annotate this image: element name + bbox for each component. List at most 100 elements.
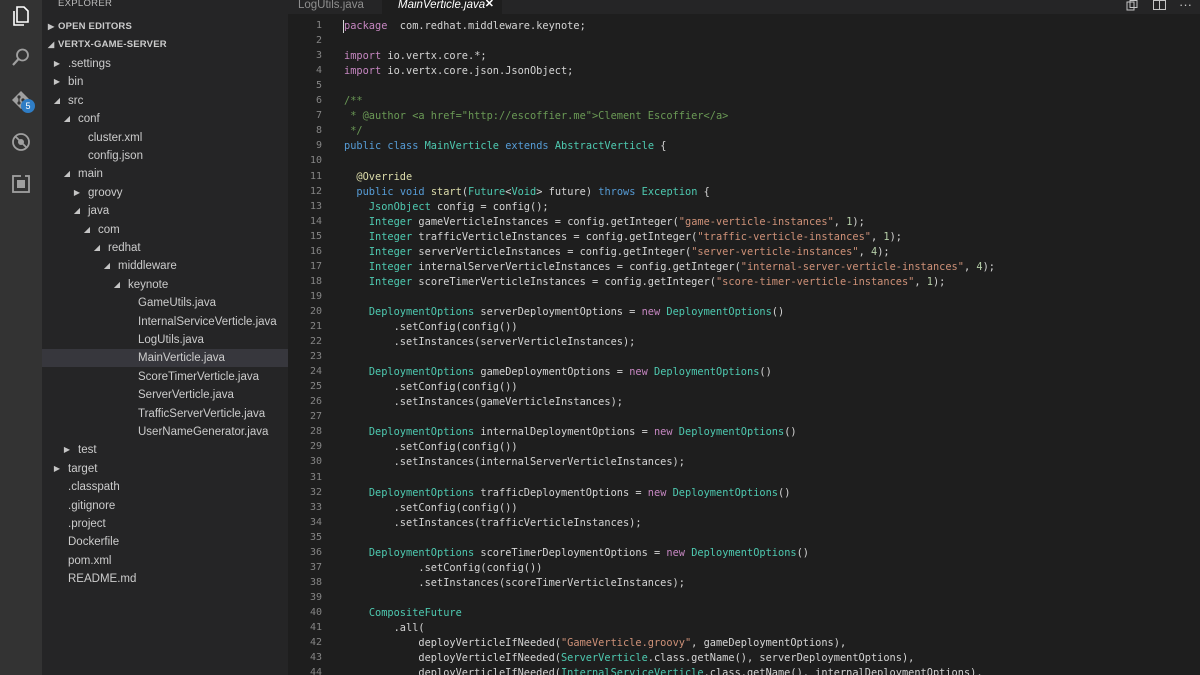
- code-line[interactable]: deployVerticleIfNeeded(ServerVerticle.cl…: [344, 652, 914, 664]
- code-line[interactable]: .setConfig(config()): [344, 502, 518, 514]
- code-line[interactable]: .setConfig(config()): [344, 321, 518, 333]
- chevron-right-icon[interactable]: ▶: [52, 460, 62, 478]
- project-section[interactable]: ◢ VERTX-GAME-SERVER: [42, 36, 288, 54]
- code-line[interactable]: /**: [344, 95, 363, 107]
- more-actions-icon[interactable]: ···: [1179, 0, 1192, 12]
- code-line[interactable]: DeploymentOptions internalDeploymentOpti…: [344, 426, 797, 438]
- code-line[interactable]: .setInstances(serverVerticleInstances);: [344, 336, 636, 348]
- code-line[interactable]: import io.vertx.core.json.JsonObject;: [344, 65, 573, 77]
- tree-folder-item[interactable]: ◢ middleware: [42, 257, 288, 275]
- code-line[interactable]: * @author <a href="http://escoffier.me">…: [344, 110, 728, 122]
- tree-item-label: GameUtils.java: [138, 297, 216, 310]
- project-label: VERTX-GAME-SERVER: [58, 39, 167, 50]
- open-changes-icon[interactable]: [1126, 0, 1138, 12]
- code-editor[interactable]: 1 package com.redhat.middleware.keynote; 2…: [288, 14, 1200, 675]
- tree-file-item[interactable]: UserNameGenerator.java: [42, 423, 288, 441]
- chevron-down-icon[interactable]: ◢: [82, 221, 92, 239]
- code-line[interactable]: Integer scoreTimerVerticleInstances = co…: [344, 276, 946, 288]
- code-line[interactable]: Integer gameVerticleInstances = config.g…: [344, 216, 865, 228]
- tree-file-item[interactable]: MainVerticle.java: [42, 349, 288, 368]
- code-line[interactable]: .setConfig(config()): [344, 381, 518, 393]
- code-line[interactable]: .setConfig(config()): [344, 441, 518, 453]
- tree-file-item[interactable]: README.md: [42, 570, 288, 588]
- code-line[interactable]: .setInstances(gameVerticleInstances);: [344, 396, 623, 408]
- source-control-activity-button[interactable]: 5: [0, 81, 42, 121]
- tree-file-item[interactable]: GameUtils.java: [42, 294, 288, 312]
- chevron-down-icon[interactable]: ◢: [52, 92, 62, 110]
- extensions-activity-button[interactable]: [0, 164, 42, 204]
- debug-activity-button[interactable]: [0, 122, 42, 162]
- tab-logutils[interactable]: LogUtils.java: [288, 0, 382, 14]
- tree-file-item[interactable]: cluster.xml: [42, 129, 288, 147]
- code-line[interactable]: deployVerticleIfNeeded(InternalServiceVe…: [344, 667, 982, 675]
- code-line[interactable]: import io.vertx.core.*;: [344, 50, 487, 62]
- code-line[interactable]: CompositeFuture: [344, 607, 462, 619]
- search-activity-button[interactable]: [0, 37, 42, 77]
- code-line[interactable]: DeploymentOptions trafficDeploymentOptio…: [344, 487, 791, 499]
- code-line[interactable]: Integer trafficVerticleInstances = confi…: [344, 231, 902, 243]
- code-line[interactable]: DeploymentOptions gameDeploymentOptions …: [344, 366, 772, 378]
- tree-folder-item[interactable]: ▶ .settings: [42, 55, 288, 73]
- tree-item-label: java: [88, 205, 110, 218]
- code-line[interactable]: JsonObject config = config();: [344, 201, 549, 213]
- code-line[interactable]: Integer serverVerticleInstances = config…: [344, 246, 890, 258]
- code-line[interactable]: .all(: [344, 622, 425, 634]
- code-line[interactable]: .setInstances(trafficVerticleInstances);: [344, 517, 642, 529]
- chevron-down-icon[interactable]: ◢: [92, 239, 102, 257]
- tree-folder-item[interactable]: ◢ main: [42, 165, 288, 183]
- code-line[interactable]: .setInstances(scoreTimerVerticleInstance…: [344, 577, 685, 589]
- code-line[interactable]: .setInstances(internalServerVerticleInst…: [344, 456, 685, 468]
- tree-folder-item[interactable]: ▶ target: [42, 460, 288, 478]
- code-line[interactable]: Integer internalServerVerticleInstances …: [344, 261, 995, 273]
- chevron-down-icon[interactable]: ◢: [62, 165, 72, 183]
- tree-file-item[interactable]: config.json: [42, 147, 288, 165]
- tree-folder-item[interactable]: ▶ groovy: [42, 184, 288, 202]
- code-token: DeploymentOptions: [368, 426, 475, 439]
- close-icon[interactable]: ✕: [485, 0, 494, 10]
- chevron-down-icon[interactable]: ◢: [112, 276, 122, 294]
- tree-folder-item[interactable]: ◢ src: [42, 92, 288, 110]
- tree-file-item[interactable]: .classpath: [42, 478, 288, 496]
- split-editor-icon[interactable]: [1153, 0, 1166, 12]
- tree-file-item[interactable]: .project: [42, 515, 288, 533]
- tree-folder-item[interactable]: ▶ bin: [42, 73, 288, 91]
- tree-file-item[interactable]: TrafficServerVerticle.java: [42, 405, 288, 423]
- tab-mainverticle[interactable]: MainVerticle.java ✕: [382, 0, 502, 14]
- chevron-down-icon[interactable]: ◢: [102, 257, 112, 275]
- code-line[interactable]: .setConfig(config()): [344, 562, 542, 574]
- tree-item-label: config.json: [88, 150, 143, 162]
- chevron-down-icon[interactable]: ◢: [62, 110, 72, 128]
- tree-file-item[interactable]: ScoreTimerVerticle.java: [42, 368, 288, 386]
- code-token: throws: [598, 185, 636, 198]
- tree-folder-item[interactable]: ◢ com: [42, 221, 288, 239]
- tree-folder-item[interactable]: ◢ conf: [42, 110, 288, 128]
- code-line[interactable]: public class MainVerticle extends Abstra…: [344, 140, 666, 152]
- tree-file-item[interactable]: pom.xml: [42, 552, 288, 570]
- explorer-activity-button[interactable]: [0, 0, 42, 36]
- chevron-right-icon[interactable]: ▶: [62, 441, 72, 459]
- chevron-down-icon[interactable]: ◢: [72, 202, 82, 220]
- chevron-right-icon[interactable]: ▶: [72, 184, 82, 202]
- code-line[interactable]: deployVerticleIfNeeded("GameVerticle.gro…: [344, 637, 846, 649]
- tree-folder-item[interactable]: ▶ test: [42, 441, 288, 459]
- line-number: 28: [309, 426, 322, 438]
- code-token: JsonObject: [368, 200, 431, 213]
- open-editors-section[interactable]: ▶ OPEN EDITORS: [42, 18, 288, 36]
- code-line[interactable]: @Override: [344, 171, 412, 183]
- chevron-right-icon[interactable]: ▶: [52, 55, 62, 73]
- tree-folder-item[interactable]: ◢ redhat: [42, 239, 288, 257]
- tree-folder-item[interactable]: ◢ java: [42, 202, 288, 220]
- tree-file-item[interactable]: Dockerfile: [42, 533, 288, 551]
- tree-file-item[interactable]: ServerVerticle.java: [42, 386, 288, 404]
- line-number: 8: [315, 125, 322, 137]
- tree-file-item[interactable]: .gitignore: [42, 497, 288, 515]
- tree-file-item[interactable]: InternalServiceVerticle.java: [42, 313, 288, 331]
- code-line[interactable]: DeploymentOptions scoreTimerDeploymentOp…: [344, 547, 809, 559]
- tree-file-item[interactable]: LogUtils.java: [42, 331, 288, 349]
- code-line[interactable]: package com.redhat.middleware.keynote;: [344, 20, 586, 32]
- tree-folder-item[interactable]: ◢ keynote: [42, 276, 288, 294]
- code-line[interactable]: public void start(Future<Void> future) t…: [344, 185, 709, 198]
- code-line[interactable]: DeploymentOptions serverDeploymentOption…: [344, 306, 784, 318]
- code-line[interactable]: */: [344, 125, 362, 137]
- chevron-right-icon[interactable]: ▶: [52, 73, 62, 91]
